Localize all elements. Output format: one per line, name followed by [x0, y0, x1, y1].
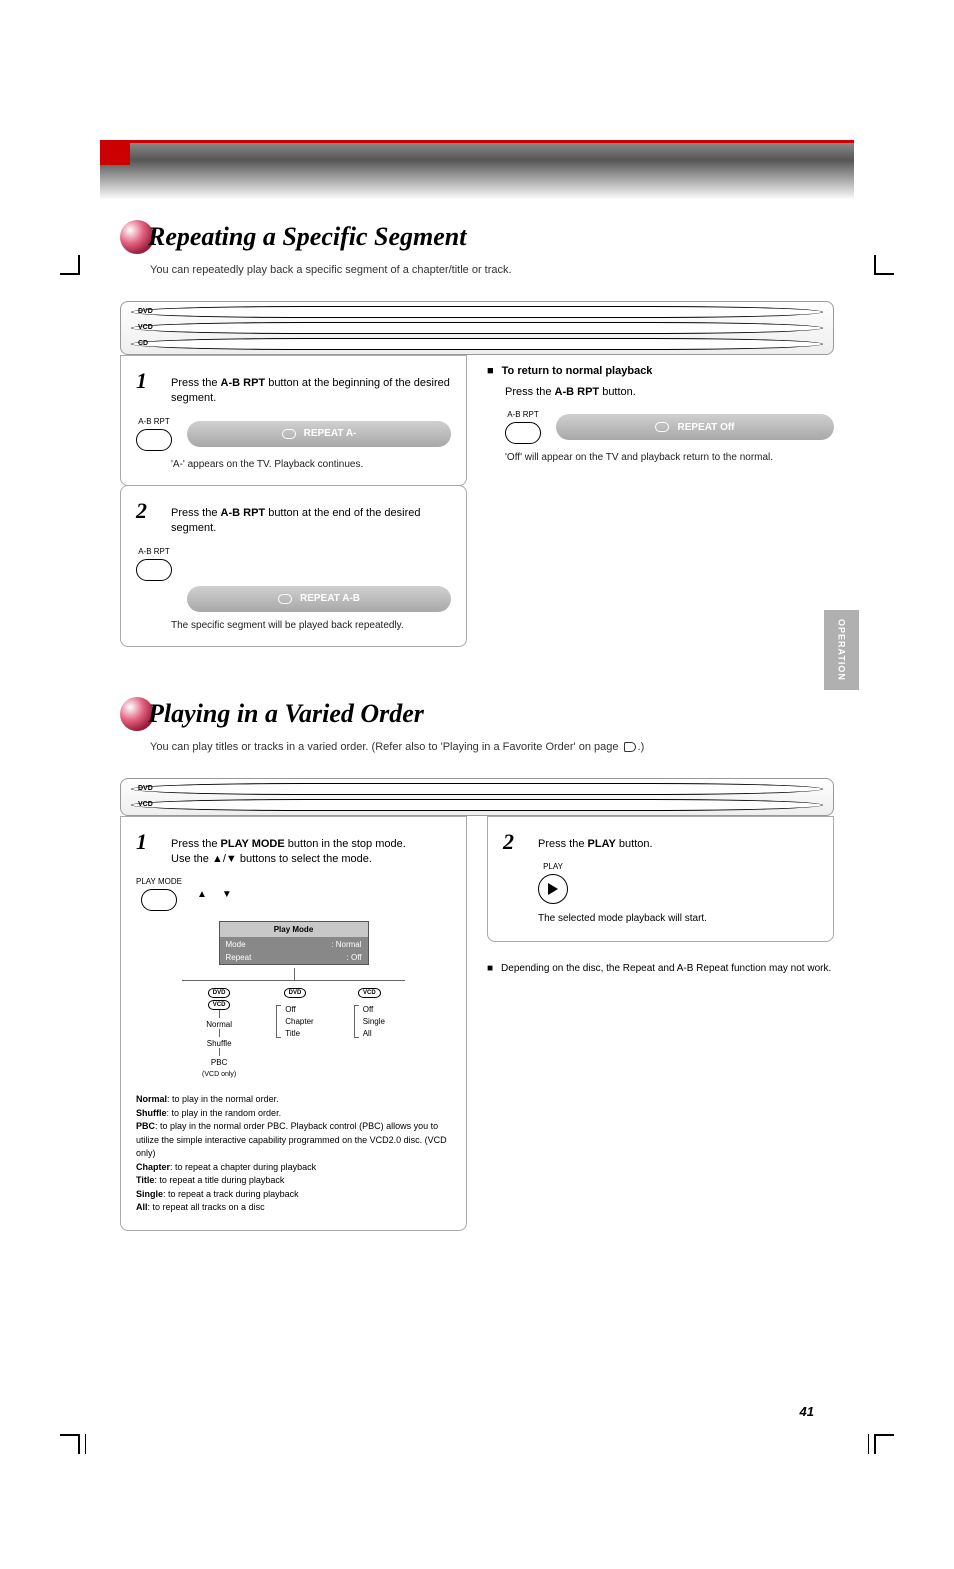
play-mode-button-icon — [141, 889, 177, 911]
dvd-badge: DVD — [208, 988, 231, 998]
vcd-badge: VCD — [131, 322, 823, 334]
step-instruction: Press the A-B RPT button at the beginnin… — [171, 376, 451, 407]
section-title: Playing in a Varied Order — [148, 699, 424, 729]
crop-mark — [60, 255, 90, 285]
dvd-badge: DVD — [284, 988, 307, 998]
button-label: A-B RPT — [507, 410, 539, 419]
mode-desc: Single: to repeat a track during playbac… — [136, 1188, 451, 1202]
crop-mark — [864, 255, 894, 285]
step-instruction: Press the PLAY button. — [538, 837, 818, 852]
osd-display: REPEAT A-B — [187, 586, 451, 612]
play-triangle-icon — [548, 883, 558, 895]
page-number: 41 — [800, 1404, 814, 1419]
section-subtitle: You can repeatedly play back a specific … — [150, 264, 954, 276]
repeat-icon — [282, 429, 296, 439]
mode-desc: All: to repeat all tracks on a disc — [136, 1201, 451, 1215]
step-note: The specific segment will be played back… — [171, 620, 451, 631]
dvd-badge: DVD — [131, 783, 823, 795]
step-number: 1 — [136, 368, 147, 394]
vcd-badge: VCD — [131, 799, 823, 811]
tree-node: Off — [363, 1005, 385, 1014]
tree-node: Single — [363, 1017, 385, 1026]
step-instruction-line2: Use the ▲/▼ buttons to select the mode. — [171, 852, 451, 867]
menu-row-repeat: Repeat : Off — [220, 951, 368, 964]
button-label: PLAY MODE — [136, 877, 182, 886]
button-label: PLAY — [543, 862, 563, 871]
step-instruction-line1: Press the PLAY MODE button in the stop m… — [171, 837, 451, 852]
down-arrow-icon: ▼ — [222, 889, 232, 900]
bullet-square-icon: ■ — [487, 962, 493, 976]
step-note: The selected mode playback will start. — [538, 912, 818, 926]
tree-node: PBC — [211, 1052, 227, 1067]
note-text: Depending on the disc, the Repeat and A-… — [501, 962, 831, 976]
mode-tree: DVD VCD Normal Shuffle PBC (VCD only) DV… — [136, 973, 451, 1078]
step-number: 1 — [136, 829, 147, 855]
page-ref-icon — [624, 742, 636, 752]
button-label: A-B RPT — [138, 547, 170, 556]
cancel-note: 'Off' will appear on the TV and playback… — [505, 452, 834, 463]
side-tab-operation: OPERATION — [824, 610, 859, 690]
cd-badge: CD — [131, 338, 823, 350]
vcd-badge: VCD — [208, 1000, 231, 1010]
tree-node: All — [363, 1029, 385, 1038]
step-number: 2 — [503, 829, 514, 855]
tree-node: Off — [285, 1005, 313, 1014]
step-instruction: Press the A-B RPT button at the end of t… — [171, 506, 451, 537]
up-arrow-icon: ▲ — [197, 889, 207, 900]
step-number: 2 — [136, 498, 147, 524]
dvd-badge: DVD — [131, 306, 823, 318]
button-label: A-B RPT — [138, 417, 170, 426]
cancel-title: To return to normal playback — [502, 365, 653, 377]
osd-display: REPEAT A- — [187, 421, 451, 447]
step-1-box: 1 Press the PLAY MODE button in the stop… — [120, 816, 467, 1231]
vcd-badge: VCD — [358, 988, 381, 998]
mode-desc: PBC: to play in the normal order PBC. Pl… — [136, 1120, 451, 1161]
play-button-icon — [538, 874, 568, 904]
step-1-box: 1 Press the A-B RPT button at the beginn… — [120, 355, 467, 486]
step-2-box: 2 Press the A-B RPT button at the end of… — [120, 485, 467, 647]
mode-desc: Normal: to play in the normal order. — [136, 1093, 451, 1107]
disc-badge-bar: DVD VCD — [120, 778, 834, 816]
mode-desc: Chapter: to repeat a chapter during play… — [136, 1161, 451, 1175]
tree-node: Normal — [206, 1014, 232, 1029]
play-mode-menu: Play Mode Mode : Normal Repeat : Off — [219, 921, 369, 965]
mode-desc: Shuffle: to play in the random order. — [136, 1107, 451, 1121]
tree-node-sub: (VCD only) — [202, 1071, 236, 1078]
menu-title: Play Mode — [220, 922, 368, 938]
ab-rpt-button-icon — [136, 429, 172, 451]
cancel-instruction: Press the A-B RPT button. — [505, 385, 834, 400]
mode-desc: Title: to repeat a title during playback — [136, 1174, 451, 1188]
step-2-box: 2 Press the PLAY button. PLAY The sele — [487, 816, 834, 942]
ab-rpt-button-icon — [505, 422, 541, 444]
step-note: 'A-' appears on the TV. Playback continu… — [171, 459, 451, 470]
ab-rpt-button-icon — [136, 559, 172, 581]
section-subtitle: You can play titles or tracks in a varie… — [150, 741, 954, 753]
tree-node: Shuffle — [207, 1033, 232, 1048]
tree-node: Chapter — [285, 1017, 313, 1026]
repeat-icon — [278, 594, 292, 604]
section-title: Repeating a Specific Segment — [148, 222, 466, 252]
disc-badge-bar: DVD VCD CD — [120, 301, 834, 355]
header-banner — [100, 140, 854, 200]
side-tab-label: OPERATION — [837, 619, 847, 681]
menu-row-mode: Mode : Normal — [220, 938, 368, 951]
repeat-icon — [655, 422, 669, 432]
tree-node: Title — [285, 1029, 313, 1038]
bullet-square-icon: ■ — [487, 365, 494, 377]
osd-display: REPEAT Off — [556, 414, 834, 440]
